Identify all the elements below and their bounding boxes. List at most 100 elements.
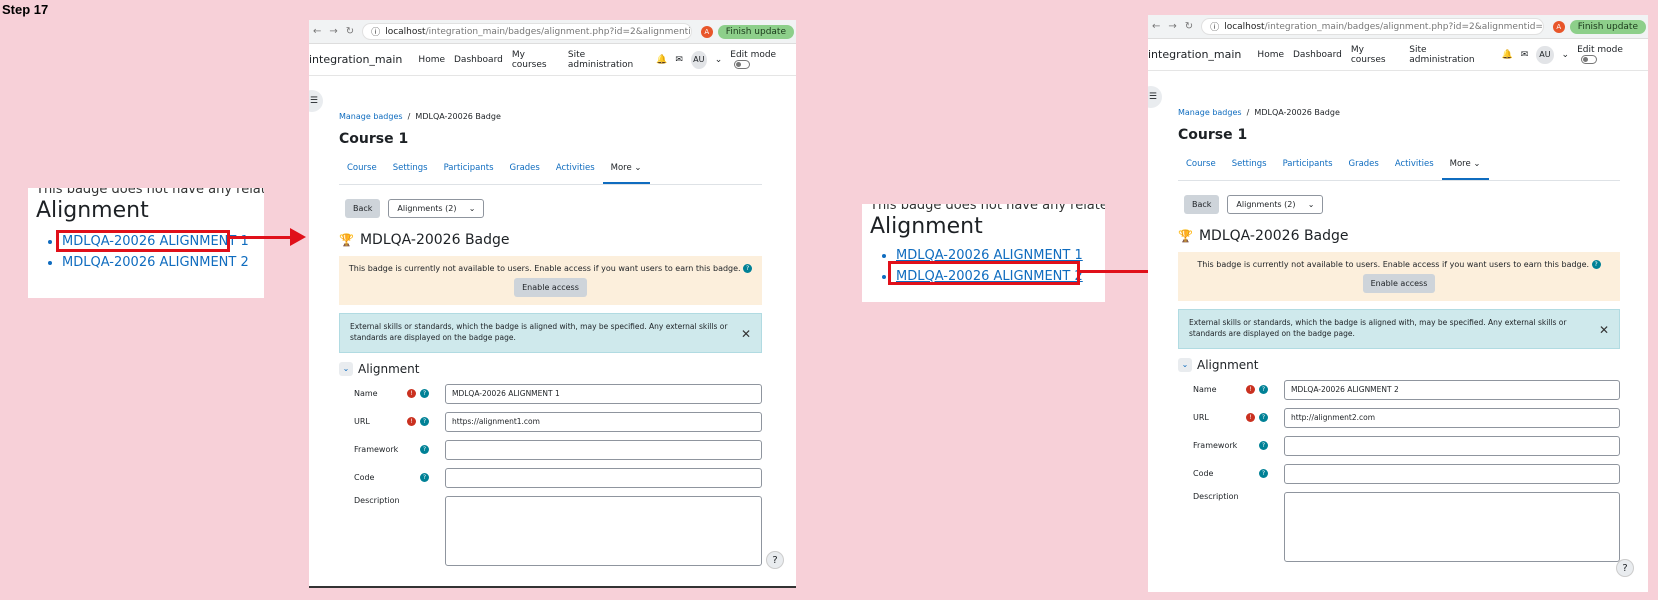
- name-input[interactable]: MDLQA-20026 ALIGNMENT 2: [1284, 379, 1620, 400]
- tab-grades[interactable]: Grades: [502, 163, 548, 184]
- availability-warning: This badge is currently not available to…: [339, 256, 762, 305]
- highlight-box-2: [888, 261, 1080, 285]
- help-icon[interactable]: ?: [1591, 260, 1601, 269]
- breadcrumb-manage-badges[interactable]: Manage badges: [1178, 108, 1242, 117]
- forward-arrow-icon[interactable]: →: [1168, 21, 1176, 32]
- course-index-toggle-icon[interactable]: ☰: [1148, 86, 1162, 108]
- site-brand[interactable]: integration_main: [1148, 48, 1241, 61]
- field-row-description: Description: [339, 495, 762, 566]
- tab-more[interactable]: More ⌄: [1441, 159, 1489, 180]
- finish-update-button[interactable]: Finish update: [1569, 19, 1646, 34]
- chevron-down-icon[interactable]: ⌄: [715, 55, 723, 65]
- profile-avatar[interactable]: A: [700, 25, 713, 38]
- edit-mode-toggle[interactable]: [734, 59, 751, 69]
- chevron-down-icon[interactable]: ⌄: [1562, 50, 1570, 60]
- site-brand[interactable]: integration_main: [309, 53, 402, 66]
- back-button[interactable]: Back: [345, 199, 381, 218]
- back-arrow-icon[interactable]: ←: [313, 26, 321, 37]
- messages-icon[interactable]: ✉: [1521, 50, 1529, 60]
- chevron-down-icon[interactable]: ⌄: [1178, 357, 1192, 372]
- user-avatar[interactable]: AU: [690, 50, 707, 69]
- field-row-framework: Framework?: [1178, 435, 1620, 456]
- enable-access-button[interactable]: Enable access: [1362, 274, 1436, 293]
- nav-my-courses[interactable]: My courses: [512, 50, 559, 70]
- back-arrow-icon[interactable]: ←: [1152, 21, 1160, 32]
- tab-course[interactable]: Course: [339, 163, 385, 184]
- notification-bell-icon[interactable]: 🔔: [656, 55, 667, 65]
- nav-home[interactable]: Home: [418, 55, 445, 65]
- help-button[interactable]: ?: [1616, 559, 1634, 577]
- address-bar[interactable]: ⓘ localhost/integration_main/badges/alig…: [1201, 18, 1544, 35]
- help-icon[interactable]: ?: [1259, 413, 1268, 423]
- nav-site-administration[interactable]: Site administration: [568, 50, 647, 70]
- nav-my-courses[interactable]: My courses: [1351, 45, 1400, 65]
- framework-input[interactable]: [445, 439, 762, 460]
- description-textarea[interactable]: [1284, 491, 1620, 562]
- description-textarea[interactable]: [445, 495, 762, 566]
- tab-settings[interactable]: Settings: [385, 163, 436, 184]
- framework-input[interactable]: [1284, 435, 1620, 456]
- code-input[interactable]: [445, 467, 762, 488]
- reload-icon[interactable]: ↻: [346, 26, 354, 37]
- tab-grades[interactable]: Grades: [1341, 159, 1387, 180]
- url-path: /integration_main/badges/alignment.php?i…: [1264, 21, 1544, 32]
- enable-access-button[interactable]: Enable access: [514, 278, 587, 297]
- tab-participants[interactable]: Participants: [436, 163, 502, 184]
- reload-icon[interactable]: ↻: [1185, 21, 1193, 32]
- messages-icon[interactable]: ✉: [675, 55, 683, 65]
- required-icon: !: [1246, 385, 1255, 395]
- alignments-select[interactable]: Alignments (2) ⌄: [1227, 195, 1324, 214]
- snippet-heading: Alignment: [870, 214, 983, 239]
- chevron-down-icon[interactable]: ⌄: [339, 361, 353, 376]
- help-icon[interactable]: ?: [1259, 385, 1268, 395]
- code-input[interactable]: [1284, 463, 1620, 484]
- alignments-select[interactable]: Alignments (2) ⌄: [388, 199, 485, 218]
- tab-activities[interactable]: Activities: [1387, 159, 1442, 180]
- tab-more[interactable]: More ⌄: [602, 163, 650, 184]
- navbar-right: 🔔 ✉ AU ⌄ Edit mode: [656, 50, 796, 70]
- close-icon[interactable]: ✕: [1599, 322, 1609, 339]
- help-icon[interactable]: ?: [743, 264, 753, 273]
- info-alert: External skills or standards, which the …: [1178, 309, 1620, 349]
- finish-update-button[interactable]: Finish update: [717, 24, 794, 39]
- forward-arrow-icon[interactable]: →: [329, 26, 337, 37]
- field-row-code: Code?: [1178, 463, 1620, 484]
- badge-heading: 🏆 MDLQA-20026 Badge: [339, 232, 510, 248]
- url-input[interactable]: http://alignment2.com: [1284, 407, 1620, 428]
- tab-settings[interactable]: Settings: [1224, 159, 1275, 180]
- tab-course[interactable]: Course: [1178, 159, 1224, 180]
- help-icon[interactable]: ?: [420, 445, 429, 455]
- section-alignment: ⌄ Alignment: [1178, 357, 1620, 372]
- nav-home[interactable]: Home: [1257, 50, 1284, 60]
- name-input[interactable]: MDLQA-20026 ALIGNMENT 1: [445, 383, 762, 404]
- nav-site-administration[interactable]: Site administration: [1409, 45, 1492, 65]
- tab-activities[interactable]: Activities: [548, 163, 603, 184]
- field-row-description: Description: [1178, 491, 1620, 562]
- help-icon[interactable]: ?: [1259, 469, 1268, 479]
- url-input[interactable]: https://alignment1.com: [445, 411, 762, 432]
- address-bar[interactable]: ⓘ localhost/integration_main/badges/alig…: [362, 23, 692, 40]
- profile-avatar[interactable]: A: [1552, 20, 1565, 33]
- back-button[interactable]: Back: [1184, 195, 1220, 214]
- required-icon: !: [407, 389, 416, 399]
- edit-mode-toggle[interactable]: [1581, 54, 1598, 64]
- course-index-toggle-icon[interactable]: ☰: [309, 90, 323, 112]
- help-button[interactable]: ?: [766, 551, 784, 569]
- user-avatar[interactable]: AU: [1536, 45, 1554, 64]
- breadcrumb-manage-badges[interactable]: Manage badges: [339, 112, 403, 121]
- breadcrumb-current: MDLQA-20026 Badge: [415, 112, 501, 121]
- help-icon[interactable]: ?: [420, 473, 429, 483]
- close-icon[interactable]: ✕: [741, 326, 751, 343]
- help-icon[interactable]: ?: [420, 417, 429, 427]
- help-icon[interactable]: ?: [420, 389, 429, 399]
- action-row: Back Alignments (2) ⌄: [1184, 195, 1620, 214]
- notification-bell-icon[interactable]: 🔔: [1502, 50, 1513, 60]
- nav-dashboard[interactable]: Dashboard: [454, 55, 503, 65]
- course-tabs: Course Settings Participants Grades Acti…: [1178, 159, 1620, 181]
- site-info-icon[interactable]: ⓘ: [371, 25, 380, 38]
- tab-participants[interactable]: Participants: [1275, 159, 1341, 180]
- alignment-2-link[interactable]: MDLQA-20026 ALIGNMENT 2: [62, 255, 249, 270]
- help-icon[interactable]: ?: [1259, 441, 1268, 451]
- nav-dashboard[interactable]: Dashboard: [1293, 50, 1342, 60]
- site-info-icon[interactable]: ⓘ: [1210, 20, 1219, 33]
